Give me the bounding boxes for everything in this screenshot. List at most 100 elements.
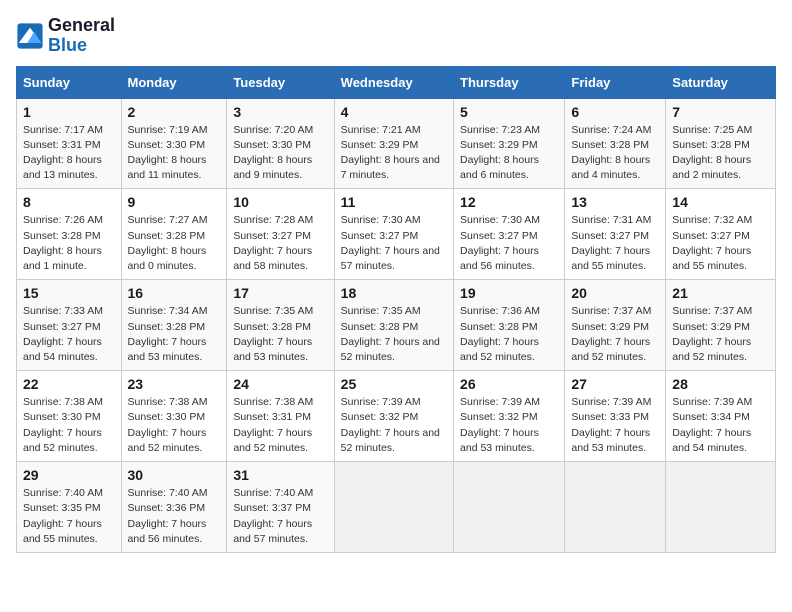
calendar-cell: 29 Sunrise: 7:40 AM Sunset: 3:35 PM Dayl…: [17, 462, 122, 553]
calendar-cell: 27 Sunrise: 7:39 AM Sunset: 3:33 PM Dayl…: [565, 371, 666, 462]
day-info: Sunrise: 7:23 AM Sunset: 3:29 PM Dayligh…: [460, 123, 558, 184]
day-info: Sunrise: 7:24 AM Sunset: 3:28 PM Dayligh…: [571, 123, 659, 184]
calendar-cell: 26 Sunrise: 7:39 AM Sunset: 3:32 PM Dayl…: [454, 371, 565, 462]
day-info: Sunrise: 7:34 AM Sunset: 3:28 PM Dayligh…: [128, 304, 221, 365]
day-info: Sunrise: 7:40 AM Sunset: 3:36 PM Dayligh…: [128, 486, 221, 547]
calendar-cell: 19 Sunrise: 7:36 AM Sunset: 3:28 PM Dayl…: [454, 280, 565, 371]
day-number: 28: [672, 376, 769, 392]
calendar-week-row: 15 Sunrise: 7:33 AM Sunset: 3:27 PM Dayl…: [17, 280, 776, 371]
calendar-cell: 31 Sunrise: 7:40 AM Sunset: 3:37 PM Dayl…: [227, 462, 334, 553]
calendar-week-row: 8 Sunrise: 7:26 AM Sunset: 3:28 PM Dayli…: [17, 189, 776, 280]
day-info: Sunrise: 7:32 AM Sunset: 3:27 PM Dayligh…: [672, 213, 769, 274]
day-number: 6: [571, 104, 659, 120]
calendar-table: SundayMondayTuesdayWednesdayThursdayFrid…: [16, 66, 776, 553]
calendar-cell: 3 Sunrise: 7:20 AM Sunset: 3:30 PM Dayli…: [227, 98, 334, 189]
day-info: Sunrise: 7:38 AM Sunset: 3:30 PM Dayligh…: [128, 395, 221, 456]
calendar-cell: [666, 462, 776, 553]
day-number: 31: [233, 467, 327, 483]
day-info: Sunrise: 7:19 AM Sunset: 3:30 PM Dayligh…: [128, 123, 221, 184]
day-number: 13: [571, 194, 659, 210]
weekday-header-friday: Friday: [565, 66, 666, 98]
calendar-cell: 8 Sunrise: 7:26 AM Sunset: 3:28 PM Dayli…: [17, 189, 122, 280]
day-number: 15: [23, 285, 115, 301]
day-info: Sunrise: 7:27 AM Sunset: 3:28 PM Dayligh…: [128, 213, 221, 274]
weekday-header-monday: Monday: [121, 66, 227, 98]
day-info: Sunrise: 7:25 AM Sunset: 3:28 PM Dayligh…: [672, 123, 769, 184]
calendar-cell: 30 Sunrise: 7:40 AM Sunset: 3:36 PM Dayl…: [121, 462, 227, 553]
day-number: 19: [460, 285, 558, 301]
day-number: 14: [672, 194, 769, 210]
calendar-week-row: 22 Sunrise: 7:38 AM Sunset: 3:30 PM Dayl…: [17, 371, 776, 462]
calendar-cell: 10 Sunrise: 7:28 AM Sunset: 3:27 PM Dayl…: [227, 189, 334, 280]
calendar-cell: 20 Sunrise: 7:37 AM Sunset: 3:29 PM Dayl…: [565, 280, 666, 371]
day-info: Sunrise: 7:17 AM Sunset: 3:31 PM Dayligh…: [23, 123, 115, 184]
day-number: 9: [128, 194, 221, 210]
calendar-cell: 1 Sunrise: 7:17 AM Sunset: 3:31 PM Dayli…: [17, 98, 122, 189]
calendar-cell: [454, 462, 565, 553]
day-number: 12: [460, 194, 558, 210]
day-info: Sunrise: 7:31 AM Sunset: 3:27 PM Dayligh…: [571, 213, 659, 274]
logo: GeneralBlue: [16, 16, 115, 56]
day-info: Sunrise: 7:30 AM Sunset: 3:27 PM Dayligh…: [460, 213, 558, 274]
logo-text: GeneralBlue: [48, 16, 115, 56]
day-info: Sunrise: 7:35 AM Sunset: 3:28 PM Dayligh…: [341, 304, 447, 365]
calendar-cell: 15 Sunrise: 7:33 AM Sunset: 3:27 PM Dayl…: [17, 280, 122, 371]
day-info: Sunrise: 7:40 AM Sunset: 3:37 PM Dayligh…: [233, 486, 327, 547]
day-number: 30: [128, 467, 221, 483]
day-info: Sunrise: 7:21 AM Sunset: 3:29 PM Dayligh…: [341, 123, 447, 184]
day-info: Sunrise: 7:33 AM Sunset: 3:27 PM Dayligh…: [23, 304, 115, 365]
calendar-cell: [334, 462, 453, 553]
header-area: GeneralBlue: [16, 16, 776, 56]
calendar-cell: 2 Sunrise: 7:19 AM Sunset: 3:30 PM Dayli…: [121, 98, 227, 189]
day-info: Sunrise: 7:40 AM Sunset: 3:35 PM Dayligh…: [23, 486, 115, 547]
calendar-week-row: 29 Sunrise: 7:40 AM Sunset: 3:35 PM Dayl…: [17, 462, 776, 553]
day-number: 26: [460, 376, 558, 392]
day-number: 23: [128, 376, 221, 392]
calendar-cell: 24 Sunrise: 7:38 AM Sunset: 3:31 PM Dayl…: [227, 371, 334, 462]
day-info: Sunrise: 7:37 AM Sunset: 3:29 PM Dayligh…: [571, 304, 659, 365]
day-info: Sunrise: 7:36 AM Sunset: 3:28 PM Dayligh…: [460, 304, 558, 365]
day-number: 18: [341, 285, 447, 301]
calendar-cell: 6 Sunrise: 7:24 AM Sunset: 3:28 PM Dayli…: [565, 98, 666, 189]
day-number: 24: [233, 376, 327, 392]
calendar-cell: 14 Sunrise: 7:32 AM Sunset: 3:27 PM Dayl…: [666, 189, 776, 280]
calendar-cell: 18 Sunrise: 7:35 AM Sunset: 3:28 PM Dayl…: [334, 280, 453, 371]
calendar-cell: 7 Sunrise: 7:25 AM Sunset: 3:28 PM Dayli…: [666, 98, 776, 189]
day-info: Sunrise: 7:26 AM Sunset: 3:28 PM Dayligh…: [23, 213, 115, 274]
calendar-cell: 4 Sunrise: 7:21 AM Sunset: 3:29 PM Dayli…: [334, 98, 453, 189]
day-number: 21: [672, 285, 769, 301]
calendar-cell: 25 Sunrise: 7:39 AM Sunset: 3:32 PM Dayl…: [334, 371, 453, 462]
day-number: 5: [460, 104, 558, 120]
day-number: 11: [341, 194, 447, 210]
weekday-header-thursday: Thursday: [454, 66, 565, 98]
day-number: 10: [233, 194, 327, 210]
day-info: Sunrise: 7:39 AM Sunset: 3:32 PM Dayligh…: [460, 395, 558, 456]
day-info: Sunrise: 7:20 AM Sunset: 3:30 PM Dayligh…: [233, 123, 327, 184]
day-info: Sunrise: 7:39 AM Sunset: 3:34 PM Dayligh…: [672, 395, 769, 456]
weekday-header-saturday: Saturday: [666, 66, 776, 98]
day-number: 1: [23, 104, 115, 120]
day-info: Sunrise: 7:30 AM Sunset: 3:27 PM Dayligh…: [341, 213, 447, 274]
calendar-cell: 5 Sunrise: 7:23 AM Sunset: 3:29 PM Dayli…: [454, 98, 565, 189]
calendar-cell: 28 Sunrise: 7:39 AM Sunset: 3:34 PM Dayl…: [666, 371, 776, 462]
day-number: 22: [23, 376, 115, 392]
weekday-header-wednesday: Wednesday: [334, 66, 453, 98]
calendar-week-row: 1 Sunrise: 7:17 AM Sunset: 3:31 PM Dayli…: [17, 98, 776, 189]
calendar-cell: 17 Sunrise: 7:35 AM Sunset: 3:28 PM Dayl…: [227, 280, 334, 371]
day-number: 2: [128, 104, 221, 120]
calendar-cell: 11 Sunrise: 7:30 AM Sunset: 3:27 PM Dayl…: [334, 189, 453, 280]
day-info: Sunrise: 7:39 AM Sunset: 3:33 PM Dayligh…: [571, 395, 659, 456]
day-info: Sunrise: 7:38 AM Sunset: 3:30 PM Dayligh…: [23, 395, 115, 456]
day-number: 29: [23, 467, 115, 483]
calendar-cell: 12 Sunrise: 7:30 AM Sunset: 3:27 PM Dayl…: [454, 189, 565, 280]
calendar-cell: [565, 462, 666, 553]
day-number: 17: [233, 285, 327, 301]
day-info: Sunrise: 7:38 AM Sunset: 3:31 PM Dayligh…: [233, 395, 327, 456]
day-info: Sunrise: 7:35 AM Sunset: 3:28 PM Dayligh…: [233, 304, 327, 365]
day-number: 16: [128, 285, 221, 301]
calendar-cell: 23 Sunrise: 7:38 AM Sunset: 3:30 PM Dayl…: [121, 371, 227, 462]
calendar-cell: 21 Sunrise: 7:37 AM Sunset: 3:29 PM Dayl…: [666, 280, 776, 371]
day-number: 3: [233, 104, 327, 120]
weekday-header-tuesday: Tuesday: [227, 66, 334, 98]
day-number: 20: [571, 285, 659, 301]
